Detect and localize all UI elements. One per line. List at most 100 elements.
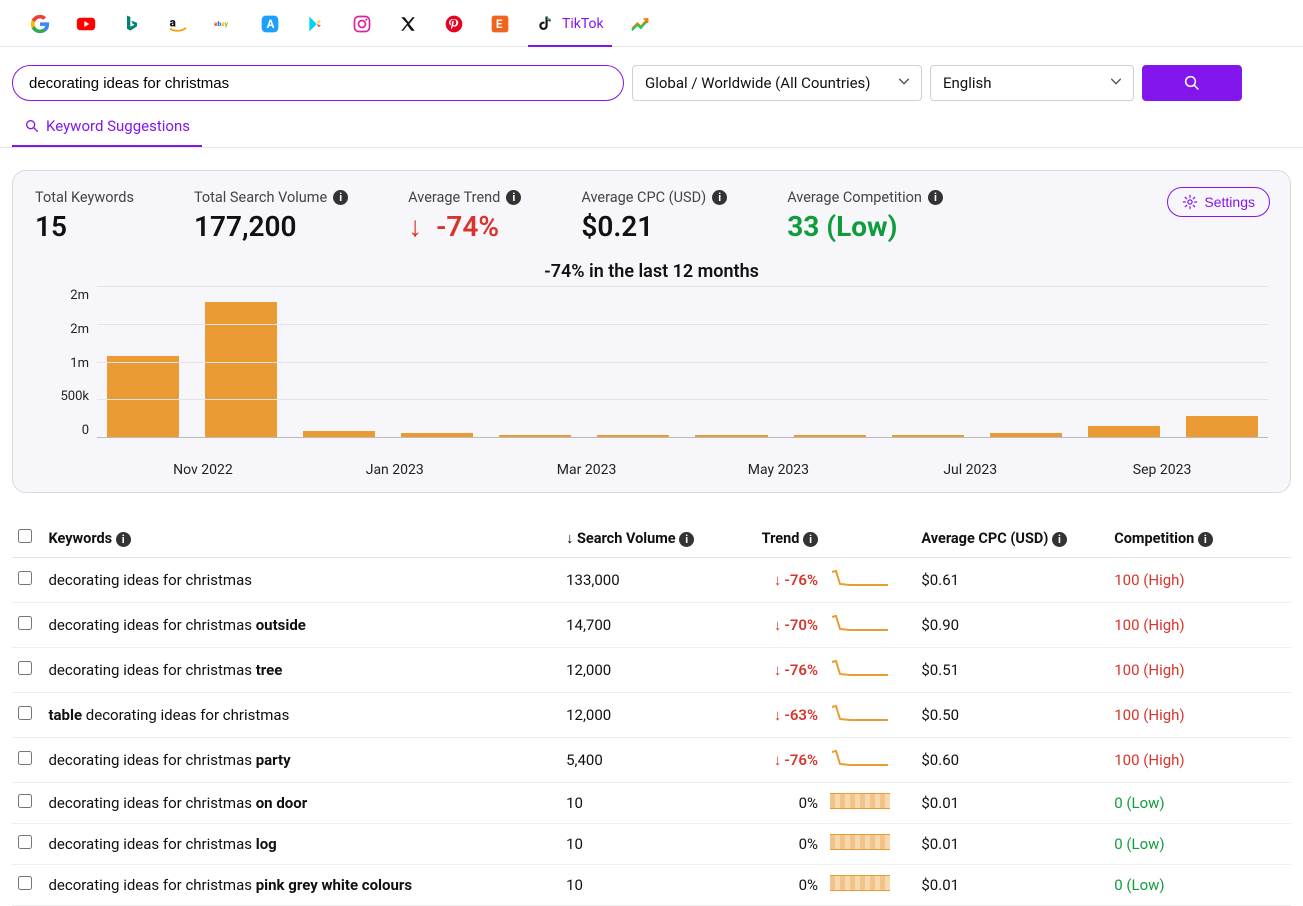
svg-text:ebay: ebay [214, 20, 229, 28]
info-icon[interactable]: i [1198, 532, 1213, 547]
platform-tab-ebay[interactable]: ebay [214, 10, 234, 38]
platform-tab-appstore[interactable]: A [260, 10, 280, 38]
chart-x-axis: Nov 2022Jan 2023Mar 2023May 2023Jul 2023… [97, 456, 1268, 478]
sparkline [830, 619, 890, 637]
platform-tab-playstore[interactable] [306, 10, 326, 38]
platform-tab-tiktok[interactable]: TikTok [536, 10, 604, 38]
platform-tab-trends[interactable] [630, 10, 650, 38]
arrow-down-icon: ↓ [408, 210, 422, 243]
row-checkbox[interactable] [18, 876, 32, 890]
platform-tab-google[interactable] [30, 10, 50, 38]
chart-bar[interactable] [794, 435, 866, 437]
cell-keyword[interactable]: decorating ideas for christmas log [42, 824, 560, 865]
info-icon[interactable]: i [506, 190, 521, 205]
cell-competition: 0 (Low) [1108, 865, 1291, 906]
metric-value: 33 (Low) [787, 210, 943, 243]
chart-bar[interactable] [499, 435, 571, 437]
arrow-down-icon: ↓ [774, 571, 782, 589]
tab-keyword-suggestions[interactable]: Keyword Suggestions [12, 117, 202, 147]
chart-bar[interactable] [892, 435, 964, 437]
search-input[interactable] [12, 65, 624, 101]
sparkline [830, 709, 890, 727]
appstore-icon: A [260, 14, 280, 34]
info-icon[interactable]: i [928, 190, 943, 205]
youtube-icon [76, 14, 96, 34]
sub-tab-label: Keyword Suggestions [46, 117, 190, 135]
chart-bar[interactable] [1088, 426, 1160, 437]
cell-keyword[interactable]: table decorating ideas for christmas [42, 693, 560, 738]
playstore-icon [306, 14, 326, 34]
cell-cpc: $0.01 [915, 783, 1108, 824]
info-icon[interactable]: i [1052, 532, 1067, 547]
cell-sparkline [824, 783, 915, 824]
chart-bar[interactable] [401, 433, 473, 437]
platform-tab-etsy[interactable]: E [490, 10, 510, 38]
header-keywords[interactable]: Keywords i [42, 519, 560, 558]
cell-volume: 133,000 [560, 558, 733, 603]
row-checkbox[interactable] [18, 616, 32, 630]
chart-bar[interactable] [1186, 416, 1258, 437]
cell-trend: ↓-76% [733, 648, 824, 693]
chart-bar[interactable] [695, 435, 767, 437]
region-select[interactable]: Global / Worldwide (All Countries) [632, 65, 922, 101]
row-checkbox[interactable] [18, 751, 32, 765]
metric-value: $0.21 [581, 210, 727, 243]
y-tick: 500k [60, 389, 89, 404]
search-icon [24, 118, 40, 134]
row-checkbox[interactable] [18, 835, 32, 849]
metric-label: Average Trend i [408, 189, 521, 206]
sparkline [830, 664, 890, 682]
cell-keyword[interactable]: decorating ideas for christmas party [42, 738, 560, 783]
platform-tab-amazon[interactable]: a [168, 10, 188, 38]
header-cpc[interactable]: Average CPC (USD) i [915, 519, 1108, 558]
header-trend[interactable]: Trend i [733, 519, 824, 558]
language-select[interactable]: English [930, 65, 1134, 101]
metric-label: Average Competition i [787, 189, 943, 206]
cell-keyword[interactable]: decorating ideas for christmas on door [42, 783, 560, 824]
platform-tab-bing[interactable] [122, 10, 142, 38]
row-checkbox[interactable] [18, 661, 32, 675]
ebay-icon: ebay [214, 14, 234, 34]
row-checkbox[interactable] [18, 571, 32, 585]
header-competition[interactable]: Competition i [1108, 519, 1291, 558]
platform-tab-pinterest[interactable] [444, 10, 464, 38]
info-icon[interactable]: i [712, 190, 727, 205]
header-volume[interactable]: ↓ Search Volume i [560, 519, 733, 558]
chart-bar[interactable] [107, 356, 179, 437]
metric-value: ↓ -74% [408, 210, 521, 243]
metric-avg-trend: Average Trend i ↓ -74% [408, 189, 521, 243]
cell-sparkline [824, 693, 915, 738]
info-icon[interactable]: i [116, 532, 131, 547]
info-icon[interactable]: i [679, 532, 694, 547]
table-row: decorating ideas for christmas pink grey… [12, 865, 1291, 906]
platform-tab-x[interactable] [398, 10, 418, 38]
bing-icon [122, 14, 142, 34]
sparkline [830, 834, 890, 850]
platform-tab-youtube[interactable] [76, 10, 96, 38]
table-row: decorating ideas for christmas tree12,00… [12, 648, 1291, 693]
cell-keyword[interactable]: decorating ideas for christmas tree [42, 648, 560, 693]
metrics-card: Settings Total Keywords 15 Total Search … [12, 170, 1291, 493]
info-icon[interactable]: i [803, 532, 818, 547]
metric-label: Average CPC (USD) i [581, 189, 727, 206]
row-checkbox[interactable] [18, 794, 32, 808]
platform-tabs: a ebay A E TikTok [0, 0, 1303, 47]
search-button[interactable] [1142, 65, 1242, 101]
y-tick: 2m [70, 288, 89, 303]
cell-volume: 10 [560, 783, 733, 824]
info-icon[interactable]: i [333, 190, 348, 205]
settings-button[interactable]: Settings [1167, 187, 1270, 217]
row-checkbox[interactable] [18, 706, 32, 720]
sparkline [830, 754, 890, 772]
cell-trend: 0% [733, 783, 824, 824]
select-all-checkbox[interactable] [18, 529, 32, 543]
cell-keyword[interactable]: decorating ideas for christmas outside [42, 603, 560, 648]
chart-bar[interactable] [990, 433, 1062, 437]
cell-keyword[interactable]: decorating ideas for christmas [42, 558, 560, 603]
chart-bar[interactable] [205, 302, 277, 437]
chart-bar[interactable] [303, 431, 375, 437]
platform-tab-instagram[interactable] [352, 10, 372, 38]
chart-bar[interactable] [597, 435, 669, 437]
cell-keyword[interactable]: decorating ideas for christmas pink grey… [42, 865, 560, 906]
table-header-row: Keywords i ↓ Search Volume i Trend i Ave… [12, 519, 1291, 558]
